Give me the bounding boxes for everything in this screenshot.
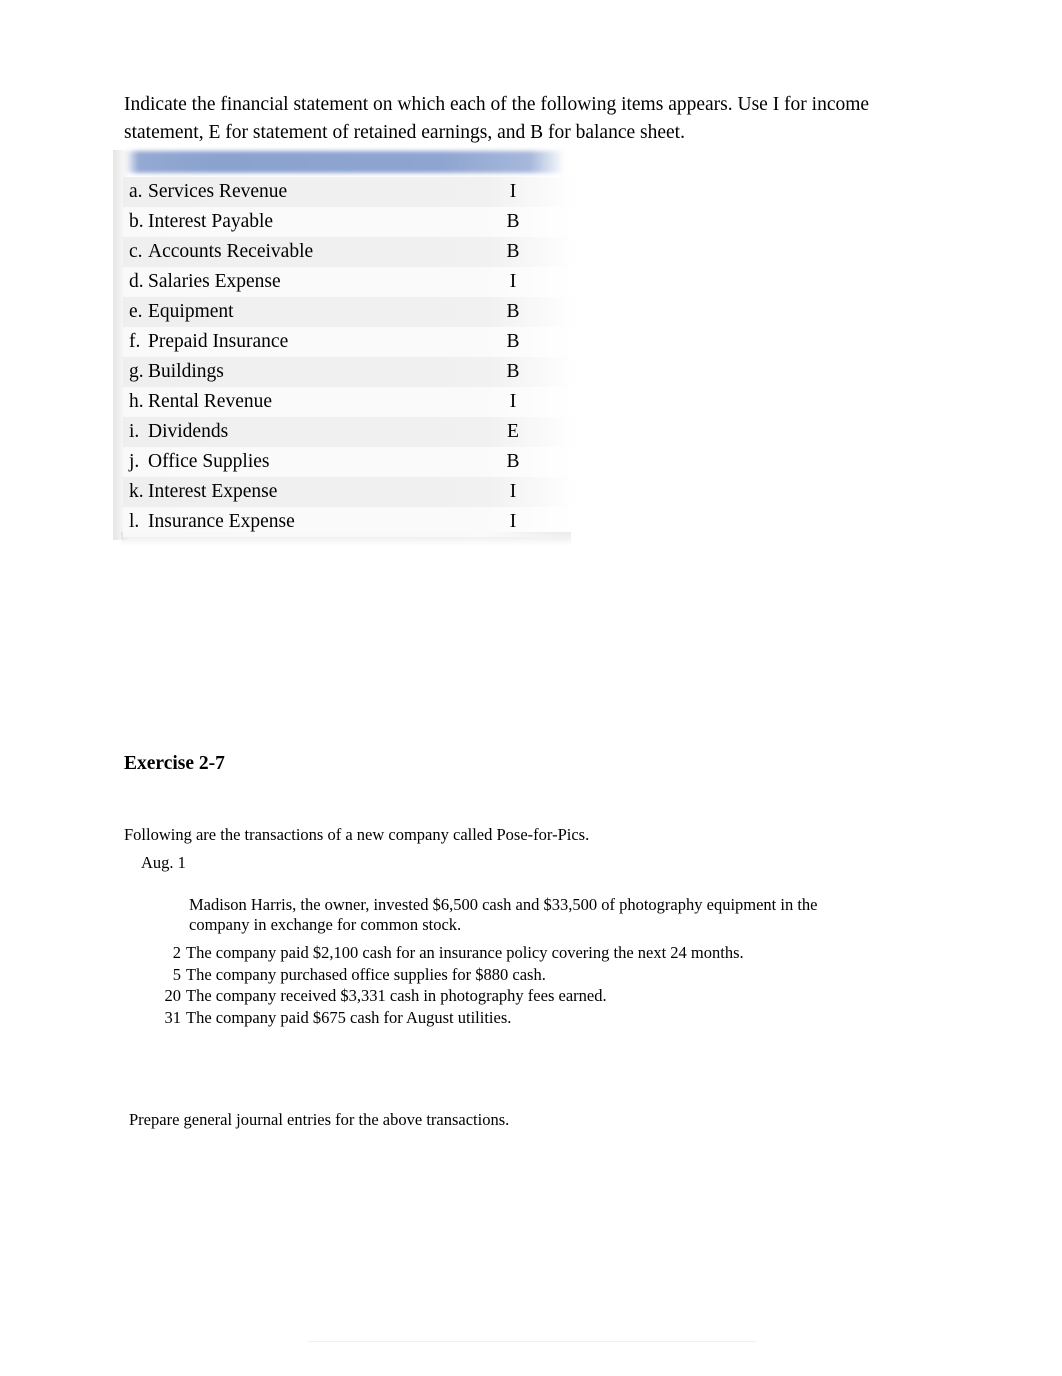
document-page: Indicate the financial statement on whic… [0, 0, 1062, 1376]
row-answer: B [506, 241, 520, 262]
row-answer: E [507, 421, 519, 442]
transaction-line: 31 The company paid $675 cash for August … [157, 1007, 877, 1029]
transaction-description: The company paid $675 cash for August ut… [186, 1007, 512, 1027]
row-letter: c. [129, 241, 143, 262]
row-letter: k. [129, 481, 144, 502]
row-letter: f. [129, 331, 141, 352]
row-answer: B [506, 361, 520, 382]
row-answer: I [509, 181, 517, 202]
table-row: f. Prepaid Insurance B [113, 327, 578, 357]
page-break-rule [307, 1341, 757, 1342]
intro-paragraph: Indicate the financial statement on whic… [124, 93, 870, 143]
row-item-name: Office Supplies [148, 451, 270, 472]
prepare-instruction: Prepare general journal entries for the … [129, 1109, 510, 1129]
row-letter: b. [129, 211, 144, 232]
row-item-name: Interest Payable [148, 211, 274, 232]
table-row: l. Insurance Expense I [113, 507, 578, 537]
transaction-description: The company purchased office supplies fo… [186, 964, 546, 984]
transaction-description: The company paid $2,100 cash for an insu… [186, 943, 744, 962]
table-row: j. Office Supplies B [113, 447, 578, 477]
transaction-list: 2 The company paid $2,100 cash for an ins… [157, 942, 877, 1028]
row-item-name: Rental Revenue [148, 391, 272, 412]
row-letter: d. [129, 271, 144, 292]
row-item-name: Services Revenue [148, 181, 288, 202]
table-row: e. Equipment B [113, 297, 578, 327]
row-item-name: Prepaid Insurance [148, 331, 289, 352]
row-item-name: Buildings [148, 361, 224, 382]
transaction-description: The company received $3,331 cash in phot… [186, 986, 607, 1005]
row-letter: g. [129, 361, 144, 382]
row-letter: i. [129, 421, 140, 442]
table-row: i. Dividends E [113, 417, 578, 447]
exercise-heading: Exercise 2-7 [124, 753, 225, 775]
transaction-day: 5 [172, 964, 181, 984]
row-answer: B [506, 301, 520, 322]
row-letter: h. [129, 391, 144, 412]
table-body: a. Services Revenue Ib. Interest Payable Bc.… [113, 177, 578, 537]
transaction-day: 2 [172, 943, 181, 962]
table-row: c. Accounts Receivable B [113, 237, 578, 267]
transaction-first-description: Madison Harris, the owner, invested $6,5… [189, 894, 818, 934]
row-answer: B [506, 331, 520, 352]
row-letter: j. [129, 451, 140, 472]
transaction-date-label: Aug. 1 [141, 853, 186, 872]
table-row: h. Rental Revenue I [113, 387, 578, 417]
row-answer: B [506, 451, 520, 472]
transaction-line: 5 The company purchased office supplies f… [157, 964, 877, 986]
transaction-line: 20 The company received $3,331 cash in ph… [157, 985, 877, 1007]
row-item-name: Accounts Receivable [148, 241, 314, 262]
transaction-day: 31 [164, 1007, 182, 1027]
table-row: b. Interest Payable B [113, 207, 578, 237]
row-item-name: Dividends [148, 421, 229, 442]
transaction-day: 20 [164, 986, 182, 1005]
transaction-line: 2 The company paid $2,100 cash for an ins… [157, 942, 877, 964]
row-answer: I [509, 481, 517, 502]
row-item-name: Insurance Expense [148, 511, 295, 532]
row-answer: B [506, 211, 520, 232]
row-answer: I [509, 511, 517, 532]
row-letter: e. [129, 301, 143, 322]
row-answer: I [509, 391, 517, 412]
row-item-name: Interest Expense [148, 481, 278, 502]
table-row: d. Salaries Expense I [113, 267, 578, 297]
row-letter: l. [129, 511, 140, 532]
row-letter: a. [129, 181, 143, 202]
table-row: g. Buildings B [113, 357, 578, 387]
table-header-fill [125, 151, 565, 173]
table-row: k. Interest Expense I [113, 477, 578, 507]
table-header-row [125, 151, 565, 173]
row-answer: I [509, 271, 517, 292]
row-item-name: Salaries Expense [148, 271, 281, 292]
table-row: a. Services Revenue I [113, 177, 578, 207]
exercise-intro-text: Following are the transactions of a new … [124, 824, 590, 844]
row-item-name: Equipment [148, 301, 234, 322]
